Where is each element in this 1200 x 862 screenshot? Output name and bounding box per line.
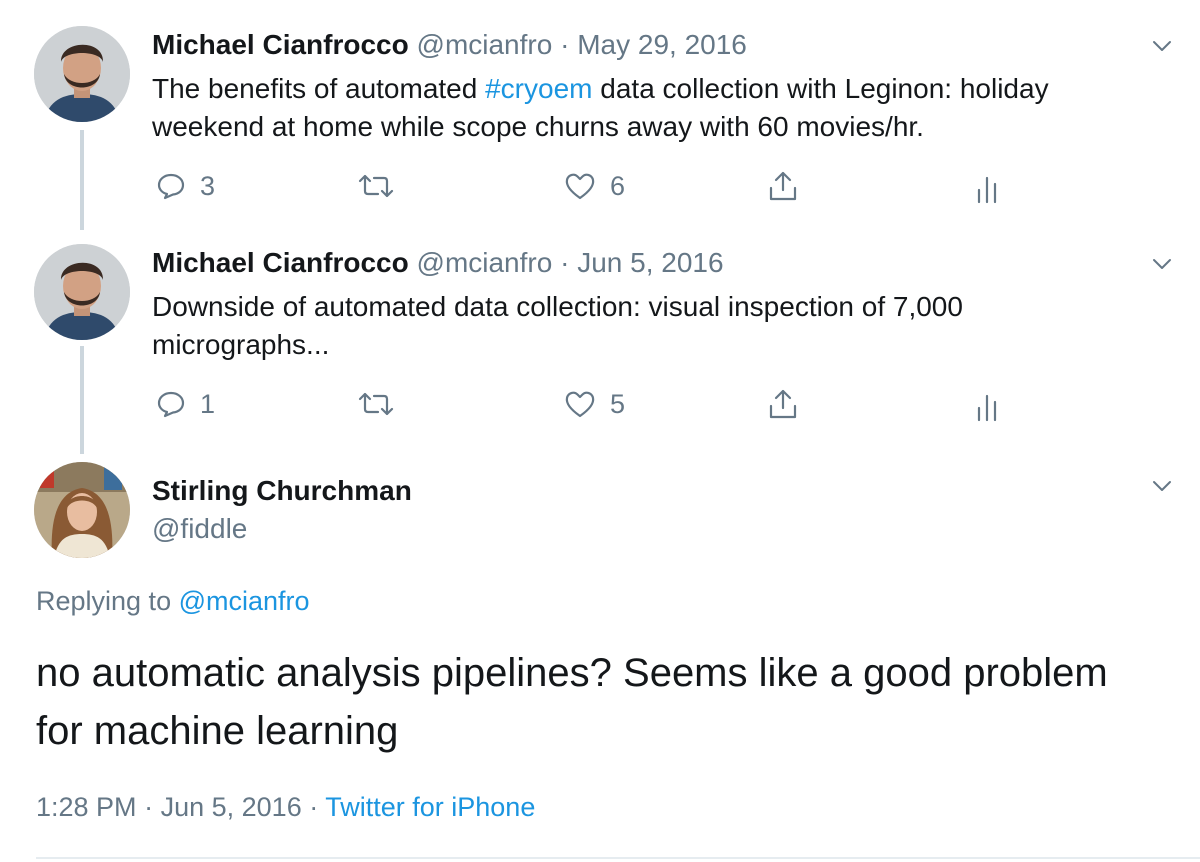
reply-icon — [157, 173, 185, 200]
replying-to: Replying to @mcianfro — [36, 584, 310, 618]
author-handle[interactable]: @fiddle — [152, 513, 247, 544]
avatar-image — [34, 244, 130, 340]
retweet-button[interactable] — [356, 166, 410, 206]
hashtag-link[interactable]: #cryoem — [485, 73, 592, 104]
separator-dot: · — [144, 792, 154, 822]
author-name[interactable]: Michael Cianfrocco — [152, 29, 409, 60]
tweet-text: The benefits of automated #cryoem data c… — [152, 70, 1162, 146]
author-handle-line: @fiddle — [152, 512, 247, 546]
main-tweet-text: no automatic analysis pipelines? Seems l… — [36, 651, 1108, 753]
analytics-button[interactable] — [975, 386, 999, 426]
like-count: 5 — [610, 388, 626, 419]
like-button[interactable]: 6 — [564, 166, 625, 206]
avatar[interactable] — [34, 462, 130, 558]
author-handle[interactable]: @mcianfro — [417, 29, 553, 60]
like-count: 6 — [610, 170, 626, 201]
separator-dot: · — [560, 29, 570, 60]
thread-connector-line — [80, 346, 84, 454]
share-button[interactable] — [766, 166, 800, 206]
tweet-date[interactable]: Jun 5, 2016 — [577, 247, 723, 278]
tweet-footer: 1:28 PM · Jun 5, 2016 · Twitter for iPho… — [36, 790, 535, 824]
reply-count: 3 — [200, 170, 216, 201]
separator-dot: · — [309, 792, 319, 822]
retweet-icon — [358, 392, 394, 416]
more-options-button[interactable] — [1150, 474, 1174, 498]
author-name[interactable]: Michael Cianfrocco — [152, 247, 409, 278]
tweet-header: Michael Cianfrocco @mcianfro · Jun 5, 20… — [152, 246, 724, 280]
avatar[interactable] — [34, 244, 130, 340]
separator-dot: · — [560, 247, 570, 278]
thread-connector-line — [80, 130, 84, 230]
reply-icon — [157, 391, 185, 418]
chevron-down-icon — [1153, 259, 1171, 269]
analytics-button[interactable] — [975, 168, 999, 208]
retweet-icon — [358, 174, 394, 198]
divider — [36, 857, 1200, 859]
reply-button[interactable]: 1 — [156, 384, 215, 424]
mention-link[interactable]: @mcianfro — [179, 586, 310, 616]
share-button[interactable] — [766, 384, 800, 424]
more-options-button[interactable] — [1150, 34, 1174, 58]
author-name-line: Stirling Churchman — [152, 474, 412, 508]
retweet-button[interactable] — [356, 384, 410, 424]
more-options-button[interactable] — [1150, 252, 1174, 276]
analytics-icon — [977, 176, 997, 204]
heart-icon — [565, 391, 595, 418]
share-icon — [769, 171, 797, 201]
tweet-text-part: The benefits of automated — [152, 73, 486, 104]
avatar-image — [34, 462, 130, 558]
heart-icon — [565, 173, 595, 200]
chevron-down-icon — [1153, 481, 1171, 491]
tweet-time[interactable]: 1:28 PM — [36, 792, 137, 822]
tweet-date[interactable]: May 29, 2016 — [577, 29, 747, 60]
avatar[interactable] — [34, 26, 130, 122]
replying-to-label: Replying to — [36, 586, 179, 616]
analytics-icon — [977, 394, 997, 422]
avatar-image — [34, 26, 130, 122]
like-button[interactable]: 5 — [564, 384, 625, 424]
chevron-down-icon — [1153, 41, 1171, 51]
author-name[interactable]: Stirling Churchman — [152, 475, 412, 506]
tweet-source-link[interactable]: Twitter for iPhone — [325, 792, 535, 822]
reply-button[interactable]: 3 — [156, 166, 215, 206]
tweet-text: Downside of automated data collection: v… — [152, 291, 963, 360]
reply-count: 1 — [200, 388, 216, 419]
tweet-date[interactable]: Jun 5, 2016 — [161, 792, 302, 822]
author-handle[interactable]: @mcianfro — [417, 247, 553, 278]
tweet-header: Michael Cianfrocco @mcianfro · May 29, 2… — [152, 28, 747, 62]
share-icon — [769, 389, 797, 419]
